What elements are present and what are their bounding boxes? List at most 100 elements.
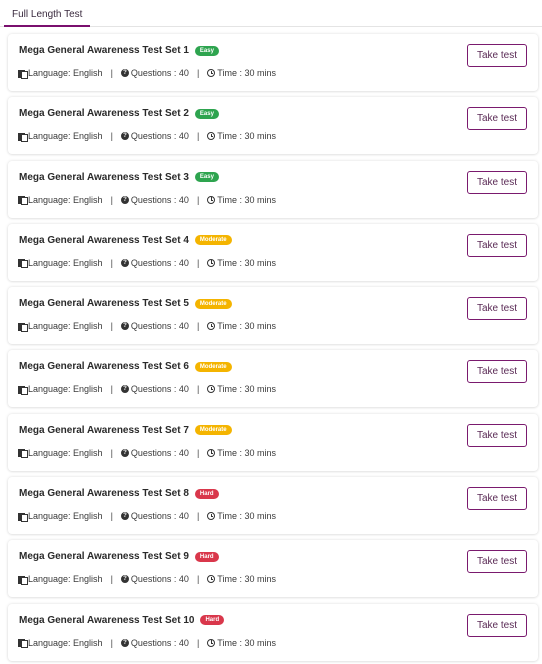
- questions-label: Questions : 40: [130, 447, 189, 458]
- divider: |: [110, 384, 113, 395]
- clock-icon: [207, 258, 216, 267]
- language-label: Language: English: [28, 321, 103, 332]
- clock-icon: [207, 448, 216, 457]
- language-icon: [18, 448, 28, 459]
- test-title-row: Mega General Awareness Test Set 5 Modera…: [19, 298, 232, 309]
- test-title: Mega General Awareness Test Set 5: [19, 298, 189, 310]
- divider: |: [196, 637, 200, 648]
- difficulty-badge: Hard: [194, 551, 219, 562]
- divider: |: [110, 637, 113, 648]
- take-test-button[interactable]: Take test: [467, 613, 527, 637]
- divider: |: [196, 131, 200, 142]
- test-title-row: Mega General Awareness Test Set 1 Easy: [19, 45, 219, 56]
- questions-label: Questions : 40: [130, 131, 189, 142]
- take-test-button[interactable]: Take test: [467, 550, 527, 574]
- question-icon: ?: [120, 448, 129, 457]
- test-card: Mega General Awareness Test Set 1 Easy L…: [8, 34, 538, 91]
- divider: |: [110, 257, 113, 268]
- clock-icon: [207, 132, 216, 141]
- test-title-row: Mega General Awareness Test Set 6 Modera…: [19, 361, 232, 372]
- language-label: Language: English: [28, 384, 103, 395]
- take-test-button[interactable]: Take test: [467, 360, 527, 384]
- test-meta: Language: English | ? Questions : 40 | T…: [18, 511, 276, 522]
- test-meta: Language: English | ? Questions : 40 | T…: [18, 447, 276, 459]
- question-icon: ?: [120, 512, 129, 521]
- time-label: Time : 30 mins: [217, 321, 276, 332]
- question-icon: ?: [120, 385, 129, 394]
- test-title: Mega General Awareness Test Set 4: [19, 234, 189, 246]
- difficulty-badge: Easy: [194, 172, 219, 183]
- test-title: Mega General Awareness Test Set 8: [19, 488, 189, 500]
- language-icon: [18, 385, 28, 395]
- test-meta: Language: English | ? Questions : 40 | T…: [18, 68, 276, 79]
- test-meta: Language: English | ? Questions : 40 | T…: [18, 194, 276, 206]
- language-label: Language: English: [28, 131, 103, 142]
- language-label: Language: English: [28, 68, 103, 78]
- language-icon: [18, 69, 28, 79]
- time-label: Time : 30 mins: [217, 131, 276, 142]
- questions-label: Questions : 40: [130, 194, 189, 205]
- difficulty-badge: Easy: [194, 45, 219, 56]
- tab-full-length-test[interactable]: Full Length Test: [4, 0, 91, 27]
- time-label: Time : 30 mins: [217, 384, 276, 395]
- language-label: Language: English: [28, 637, 103, 648]
- test-card: Mega General Awareness Test Set 8 Hard L…: [8, 477, 538, 535]
- test-title-row: Mega General Awareness Test Set 4 Modera…: [19, 235, 232, 246]
- test-title: Mega General Awareness Test Set 6: [19, 361, 189, 373]
- questions-label: Questions : 40: [130, 68, 189, 78]
- test-card: Mega General Awareness Test Set 2 Easy L…: [8, 97, 538, 155]
- divider: |: [196, 447, 200, 458]
- test-card: Mega General Awareness Test Set 4 Modera…: [8, 223, 538, 281]
- difficulty-badge: Hard: [200, 615, 225, 626]
- test-meta: Language: English | ? Questions : 40 | T…: [18, 574, 276, 585]
- questions-label: Questions : 40: [130, 511, 189, 522]
- time-label: Time : 30 mins: [217, 194, 276, 205]
- test-title-row: Mega General Awareness Test Set 3 Easy: [19, 172, 219, 183]
- divider: |: [196, 384, 200, 395]
- difficulty-badge: Moderate: [194, 235, 232, 246]
- divider: |: [196, 511, 200, 522]
- time-label: Time : 30 mins: [217, 257, 276, 268]
- test-title: Mega General Awareness Test Set 10: [19, 614, 195, 626]
- questions-label: Questions : 40: [130, 637, 189, 648]
- test-card: Mega General Awareness Test Set 7 Modera…: [8, 413, 538, 471]
- questions-label: Questions : 40: [130, 574, 189, 585]
- take-test-button[interactable]: Take test: [467, 297, 527, 321]
- test-meta: Language: English | ? Questions : 40 | T…: [18, 321, 276, 332]
- take-test-button[interactable]: Take test: [467, 170, 527, 194]
- take-test-button[interactable]: Take test: [467, 44, 527, 67]
- question-icon: ?: [120, 638, 129, 647]
- clock-icon: [207, 575, 216, 584]
- test-title: Mega General Awareness Test Set 7: [19, 424, 189, 436]
- divider: |: [196, 321, 200, 332]
- difficulty-badge: Moderate: [194, 361, 232, 372]
- divider: |: [196, 257, 200, 268]
- question-icon: ?: [120, 195, 129, 204]
- tab-bar: Full Length Test: [0, 0, 542, 27]
- divider: |: [110, 131, 113, 142]
- test-card: Mega General Awareness Test Set 10 Hard …: [8, 603, 538, 661]
- time-label: Time : 30 mins: [217, 511, 276, 522]
- difficulty-badge: Easy: [194, 108, 219, 119]
- language-icon: [18, 575, 28, 585]
- take-test-button[interactable]: Take test: [467, 233, 527, 257]
- divider: |: [110, 511, 113, 522]
- take-test-button[interactable]: Take test: [467, 423, 527, 447]
- test-card: Mega General Awareness Test Set 3 Easy L…: [8, 160, 538, 218]
- language-label: Language: English: [28, 257, 103, 268]
- test-meta: Language: English | ? Questions : 40 | T…: [18, 131, 276, 142]
- language-icon: [18, 638, 28, 649]
- difficulty-badge: Moderate: [194, 298, 232, 309]
- divider: |: [110, 447, 113, 458]
- test-card: Mega General Awareness Test Set 6 Modera…: [8, 350, 538, 408]
- clock-icon: [207, 69, 216, 77]
- divider: |: [196, 194, 200, 205]
- language-icon: [18, 258, 28, 269]
- difficulty-badge: Moderate: [194, 425, 232, 436]
- take-test-button[interactable]: Take test: [467, 107, 527, 131]
- question-icon: ?: [120, 322, 129, 331]
- clock-icon: [207, 385, 216, 394]
- test-title-row: Mega General Awareness Test Set 2 Easy: [19, 108, 219, 119]
- divider: |: [110, 194, 113, 205]
- take-test-button[interactable]: Take test: [467, 487, 527, 511]
